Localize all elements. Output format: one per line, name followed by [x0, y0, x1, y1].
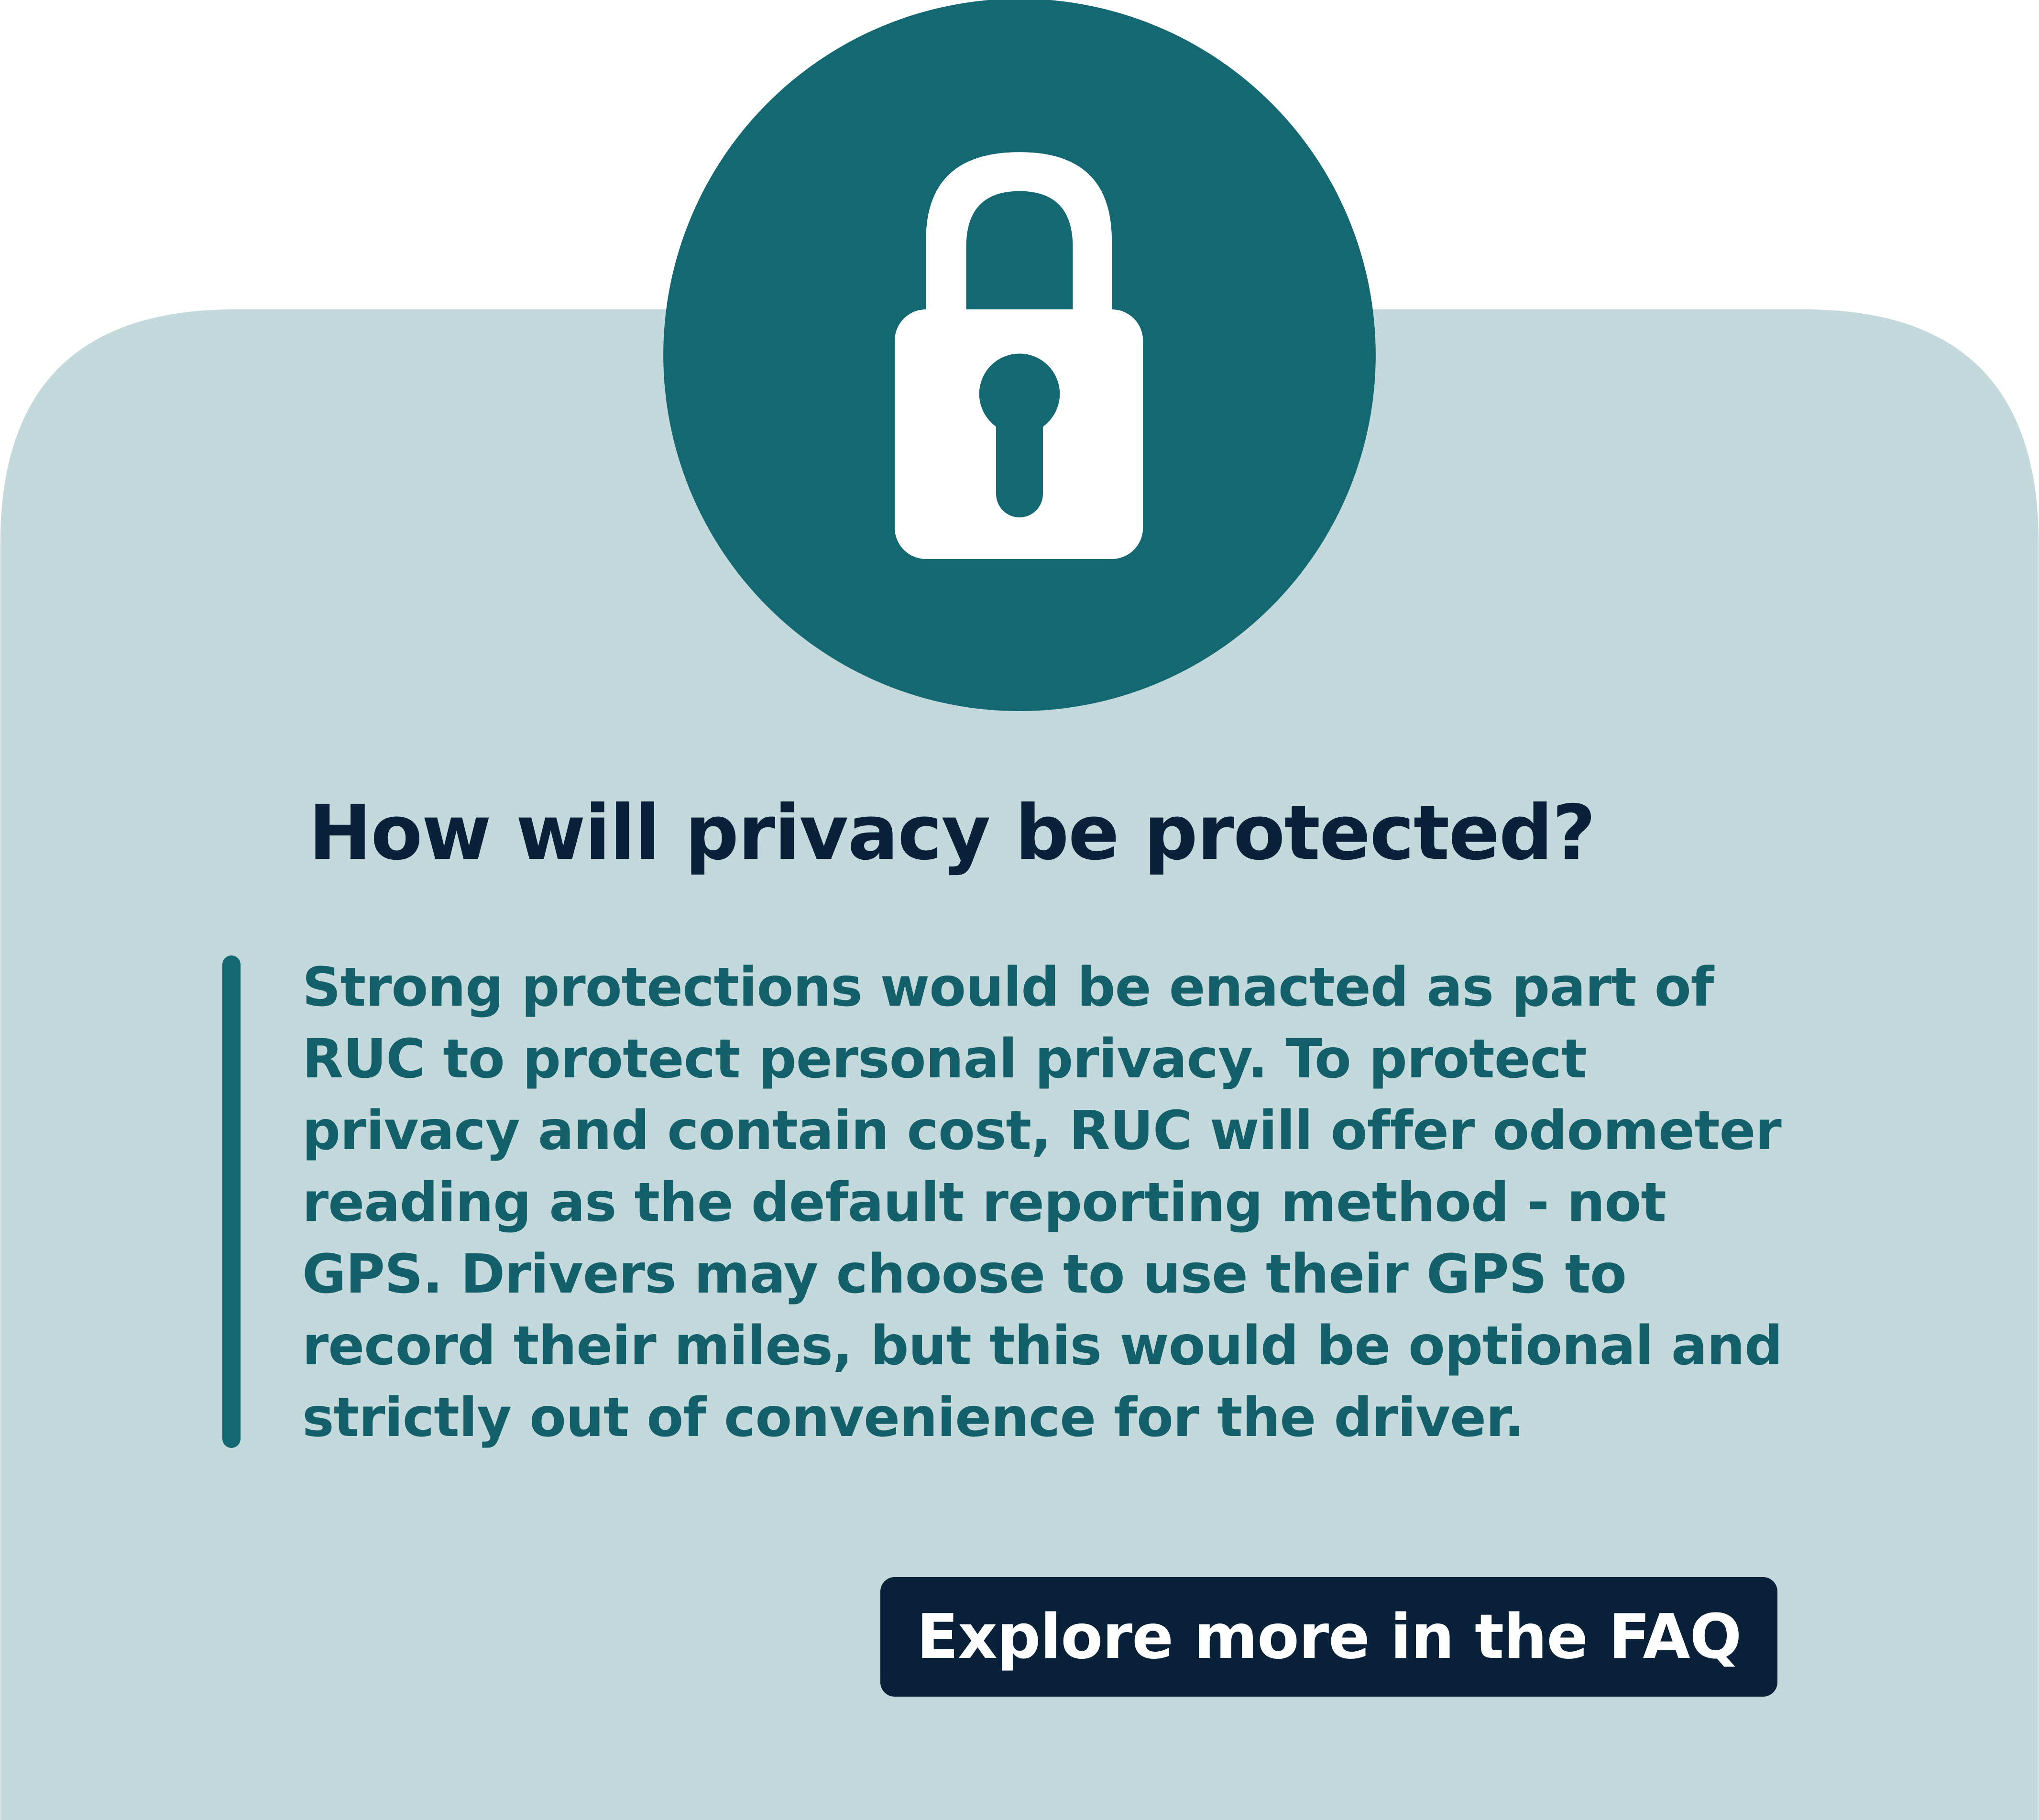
body-text: Strong protections would be enacted as p…: [302, 952, 1783, 1454]
body-line: record their miles, but this would be op…: [302, 1315, 1783, 1377]
body-line: Strong protections would be enacted as p…: [302, 956, 1714, 1019]
background-graphic: [0, 0, 2039, 1820]
quote-bar: [222, 955, 241, 1448]
body-line: GPS. Drivers may choose to use their GPS…: [302, 1243, 1627, 1305]
explore-faq-button[interactable]: Explore more in the FAQ: [880, 1577, 1777, 1697]
page-title: How will privacy be protected?: [308, 789, 1596, 877]
body-line: RUC to protect personal privacy. To prot…: [302, 1028, 1587, 1090]
body-line: reading as the default reporting method …: [302, 1172, 1666, 1234]
body-line: privacy and contain cost, RUC will offer…: [302, 1100, 1782, 1162]
body-line: strictly out of convenience for the driv…: [302, 1387, 1524, 1449]
explore-faq-label: Explore more in the FAQ: [916, 1601, 1742, 1673]
